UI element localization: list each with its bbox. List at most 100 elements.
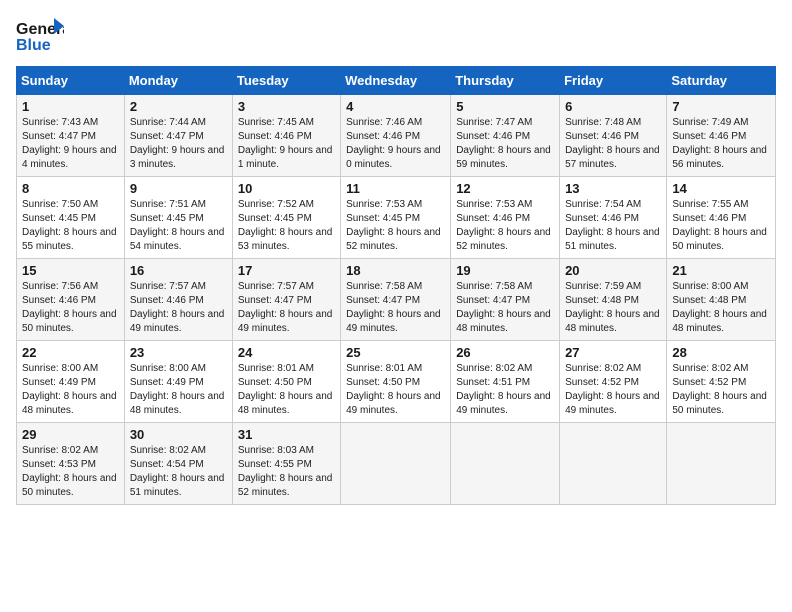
day-info: Sunrise: 7:53 AMSunset: 4:46 PMDaylight:… [456, 199, 551, 252]
day-number: 26 [456, 345, 554, 360]
page-header: General Blue [16, 16, 776, 54]
calendar-cell-w5d5 [451, 423, 560, 505]
calendar-cell-w3d2: 16 Sunrise: 7:57 AMSunset: 4:46 PMDayligh… [124, 259, 232, 341]
calendar-cell-w1d3: 3Sunrise: 7:45 AMSunset: 4:46 PMDaylight… [232, 95, 340, 177]
day-info: Sunrise: 7:43 AMSunset: 4:47 PMDaylight:… [22, 117, 117, 170]
calendar-cell-w4d2: 23 Sunrise: 8:00 AMSunset: 4:49 PMDayligh… [124, 341, 232, 423]
day-number: 30 [130, 427, 227, 442]
calendar-cell-w4d5: 26 Sunrise: 8:02 AMSunset: 4:51 PMDayligh… [451, 341, 560, 423]
day-number: 20 [565, 263, 661, 278]
calendar-cell-w2d1: 8 Sunrise: 7:50 AMSunset: 4:45 PMDaylight… [17, 177, 125, 259]
day-number: 21 [672, 263, 770, 278]
day-number: 23 [130, 345, 227, 360]
day-number: 11 [346, 181, 445, 196]
day-info: Sunrise: 7:58 AMSunset: 4:47 PMDaylight:… [346, 281, 441, 334]
day-info: Sunrise: 8:00 AMSunset: 4:49 PMDaylight:… [22, 363, 117, 416]
calendar-cell-w3d3: 17Sunrise: 7:57 AMSunset: 4:47 PMDayligh… [232, 259, 340, 341]
column-headers: SundayMondayTuesdayWednesdayThursdayFrid… [17, 67, 776, 95]
calendar-cell-w4d6: 27Sunrise: 8:02 AMSunset: 4:52 PMDayligh… [560, 341, 667, 423]
day-info: Sunrise: 7:57 AMSunset: 4:46 PMDaylight:… [130, 281, 225, 334]
day-info: Sunrise: 7:45 AMSunset: 4:46 PMDaylight:… [238, 117, 333, 170]
day-info: Sunrise: 8:02 AMSunset: 4:53 PMDaylight:… [22, 445, 117, 498]
day-info: Sunrise: 7:50 AMSunset: 4:45 PMDaylight:… [22, 199, 117, 252]
calendar-cell-w1d7: 7 Sunrise: 7:49 AMSunset: 4:46 PMDaylight… [667, 95, 776, 177]
day-info: Sunrise: 8:02 AMSunset: 4:54 PMDaylight:… [130, 445, 225, 498]
day-number: 31 [238, 427, 335, 442]
day-number: 15 [22, 263, 119, 278]
day-info: Sunrise: 7:55 AMSunset: 4:46 PMDaylight:… [672, 199, 767, 252]
day-info: Sunrise: 7:51 AMSunset: 4:45 PMDaylight:… [130, 199, 225, 252]
day-number: 28 [672, 345, 770, 360]
logo-icon: General Blue [16, 16, 64, 54]
column-header-monday: Monday [124, 67, 232, 95]
calendar-cell-w5d1: 29 Sunrise: 8:02 AMSunset: 4:53 PMDayligh… [17, 423, 125, 505]
day-number: 9 [130, 181, 227, 196]
calendar-cell-w3d5: 19 Sunrise: 7:58 AMSunset: 4:47 PMDayligh… [451, 259, 560, 341]
calendar-cell-w3d1: 15 Sunrise: 7:56 AMSunset: 4:46 PMDayligh… [17, 259, 125, 341]
calendar-cell-w1d4: 4 Sunrise: 7:46 AMSunset: 4:46 PMDaylight… [341, 95, 451, 177]
week-row-5: 29 Sunrise: 8:02 AMSunset: 4:53 PMDayligh… [17, 423, 776, 505]
day-info: Sunrise: 8:00 AMSunset: 4:49 PMDaylight:… [130, 363, 225, 416]
calendar-cell-w2d6: 13Sunrise: 7:54 AMSunset: 4:46 PMDayligh… [560, 177, 667, 259]
calendar-cell-w5d3: 31 Sunrise: 8:03 AMSunset: 4:55 PMDayligh… [232, 423, 340, 505]
calendar-cell-w2d5: 12 Sunrise: 7:53 AMSunset: 4:46 PMDayligh… [451, 177, 560, 259]
calendar-cell-w2d7: 14 Sunrise: 7:55 AMSunset: 4:46 PMDayligh… [667, 177, 776, 259]
calendar-cell-w4d1: 22 Sunrise: 8:00 AMSunset: 4:49 PMDayligh… [17, 341, 125, 423]
week-row-3: 15 Sunrise: 7:56 AMSunset: 4:46 PMDayligh… [17, 259, 776, 341]
day-info: Sunrise: 7:47 AMSunset: 4:46 PMDaylight:… [456, 117, 551, 170]
day-info: Sunrise: 7:53 AMSunset: 4:45 PMDaylight:… [346, 199, 441, 252]
day-number: 27 [565, 345, 661, 360]
day-info: Sunrise: 8:00 AMSunset: 4:48 PMDaylight:… [672, 281, 767, 334]
week-row-4: 22 Sunrise: 8:00 AMSunset: 4:49 PMDayligh… [17, 341, 776, 423]
day-number: 16 [130, 263, 227, 278]
day-number: 1 [22, 99, 119, 114]
calendar-cell-w3d6: 20 Sunrise: 7:59 AMSunset: 4:48 PMDayligh… [560, 259, 667, 341]
day-number: 7 [672, 99, 770, 114]
calendar-cell-w2d4: 11 Sunrise: 7:53 AMSunset: 4:45 PMDayligh… [341, 177, 451, 259]
week-row-1: 1 Sunrise: 7:43 AMSunset: 4:47 PMDaylight… [17, 95, 776, 177]
calendar-cell-w1d1: 1 Sunrise: 7:43 AMSunset: 4:47 PMDaylight… [17, 95, 125, 177]
calendar-cell-w4d4: 25Sunrise: 8:01 AMSunset: 4:50 PMDayligh… [341, 341, 451, 423]
calendar-table: SundayMondayTuesdayWednesdayThursdayFrid… [16, 66, 776, 505]
calendar-body: 1 Sunrise: 7:43 AMSunset: 4:47 PMDaylight… [17, 95, 776, 505]
column-header-sunday: Sunday [17, 67, 125, 95]
day-info: Sunrise: 7:52 AMSunset: 4:45 PMDaylight:… [238, 199, 333, 252]
day-number: 5 [456, 99, 554, 114]
week-row-2: 8 Sunrise: 7:50 AMSunset: 4:45 PMDaylight… [17, 177, 776, 259]
day-info: Sunrise: 7:59 AMSunset: 4:48 PMDaylight:… [565, 281, 660, 334]
day-number: 10 [238, 181, 335, 196]
day-number: 22 [22, 345, 119, 360]
day-number: 29 [22, 427, 119, 442]
calendar-cell-w2d2: 9 Sunrise: 7:51 AMSunset: 4:45 PMDaylight… [124, 177, 232, 259]
column-header-wednesday: Wednesday [341, 67, 451, 95]
day-info: Sunrise: 7:46 AMSunset: 4:46 PMDaylight:… [346, 117, 441, 170]
day-number: 19 [456, 263, 554, 278]
calendar-cell-w5d2: 30 Sunrise: 8:02 AMSunset: 4:54 PMDayligh… [124, 423, 232, 505]
calendar-cell-w2d3: 10 Sunrise: 7:52 AMSunset: 4:45 PMDayligh… [232, 177, 340, 259]
calendar-cell-w3d7: 21 Sunrise: 8:00 AMSunset: 4:48 PMDayligh… [667, 259, 776, 341]
calendar-cell-w5d4 [341, 423, 451, 505]
day-info: Sunrise: 8:01 AMSunset: 4:50 PMDaylight:… [346, 363, 441, 416]
day-info: Sunrise: 7:54 AMSunset: 4:46 PMDaylight:… [565, 199, 660, 252]
day-info: Sunrise: 8:02 AMSunset: 4:52 PMDaylight:… [672, 363, 767, 416]
day-info: Sunrise: 7:56 AMSunset: 4:46 PMDaylight:… [22, 281, 117, 334]
day-number: 6 [565, 99, 661, 114]
calendar-cell-w1d6: 6Sunrise: 7:48 AMSunset: 4:46 PMDaylight… [560, 95, 667, 177]
svg-text:Blue: Blue [16, 37, 51, 54]
day-number: 4 [346, 99, 445, 114]
day-number: 12 [456, 181, 554, 196]
day-number: 2 [130, 99, 227, 114]
calendar-cell-w1d2: 2Sunrise: 7:44 AMSunset: 4:47 PMDaylight… [124, 95, 232, 177]
day-info: Sunrise: 7:58 AMSunset: 4:47 PMDaylight:… [456, 281, 551, 334]
day-info: Sunrise: 8:03 AMSunset: 4:55 PMDaylight:… [238, 445, 333, 498]
day-number: 14 [672, 181, 770, 196]
calendar-cell-w4d7: 28 Sunrise: 8:02 AMSunset: 4:52 PMDayligh… [667, 341, 776, 423]
day-number: 18 [346, 263, 445, 278]
day-number: 24 [238, 345, 335, 360]
day-info: Sunrise: 7:49 AMSunset: 4:46 PMDaylight:… [672, 117, 767, 170]
day-info: Sunrise: 8:01 AMSunset: 4:50 PMDaylight:… [238, 363, 333, 416]
calendar-cell-w1d5: 5 Sunrise: 7:47 AMSunset: 4:46 PMDaylight… [451, 95, 560, 177]
day-number: 8 [22, 181, 119, 196]
logo: General Blue [16, 16, 64, 54]
day-info: Sunrise: 8:02 AMSunset: 4:51 PMDaylight:… [456, 363, 551, 416]
